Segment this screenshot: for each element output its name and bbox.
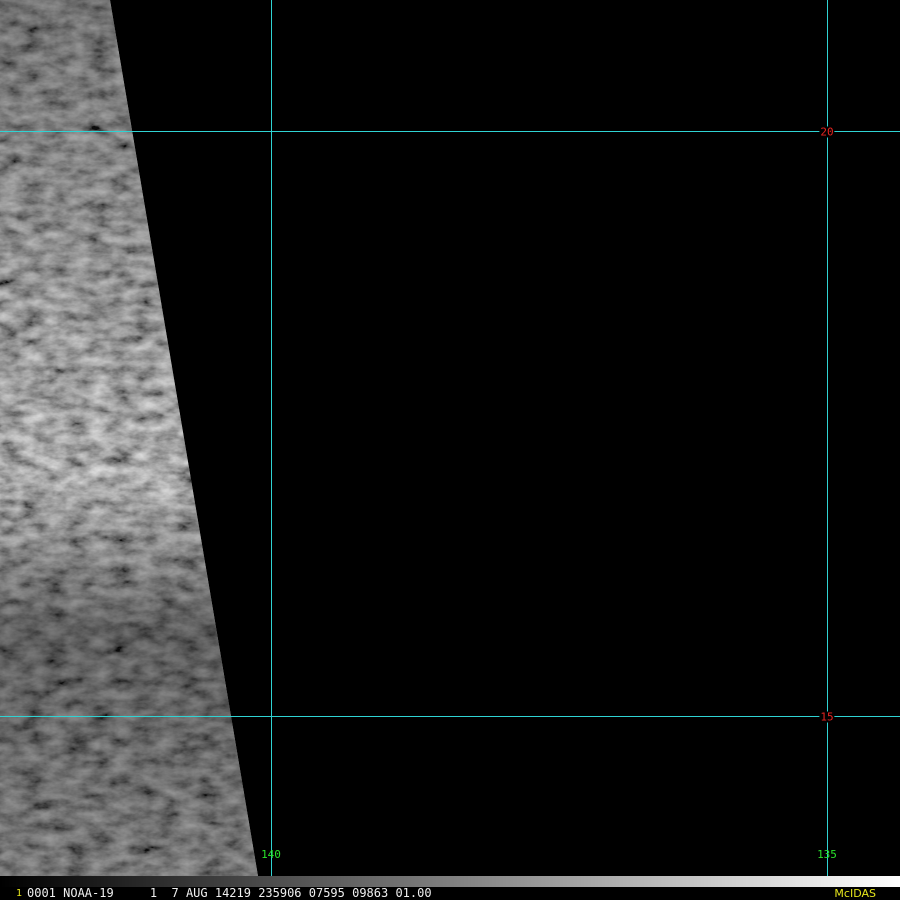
longitude-label: 135	[817, 848, 837, 861]
longitude-label: 140	[261, 848, 281, 861]
mcidas-brand-label: McIDAS	[834, 887, 876, 900]
satellite-map-viewport: 20 15 140 135	[0, 0, 900, 876]
status-bar: 1 0001 NOAA-19 1 7 AUG 14219 235906 0759…	[0, 876, 900, 900]
latitude-label: 15	[819, 710, 835, 724]
latitude-label: 20	[819, 125, 835, 139]
frame-number: 1	[16, 888, 23, 899]
image-info-line: 1 0001 NOAA-19 1 7 AUG 14219 235906 0759…	[0, 887, 900, 900]
image-info-text: 0001 NOAA-19 1 7 AUG 14219 235906 07595 …	[27, 886, 432, 900]
satellite-map	[0, 0, 900, 876]
